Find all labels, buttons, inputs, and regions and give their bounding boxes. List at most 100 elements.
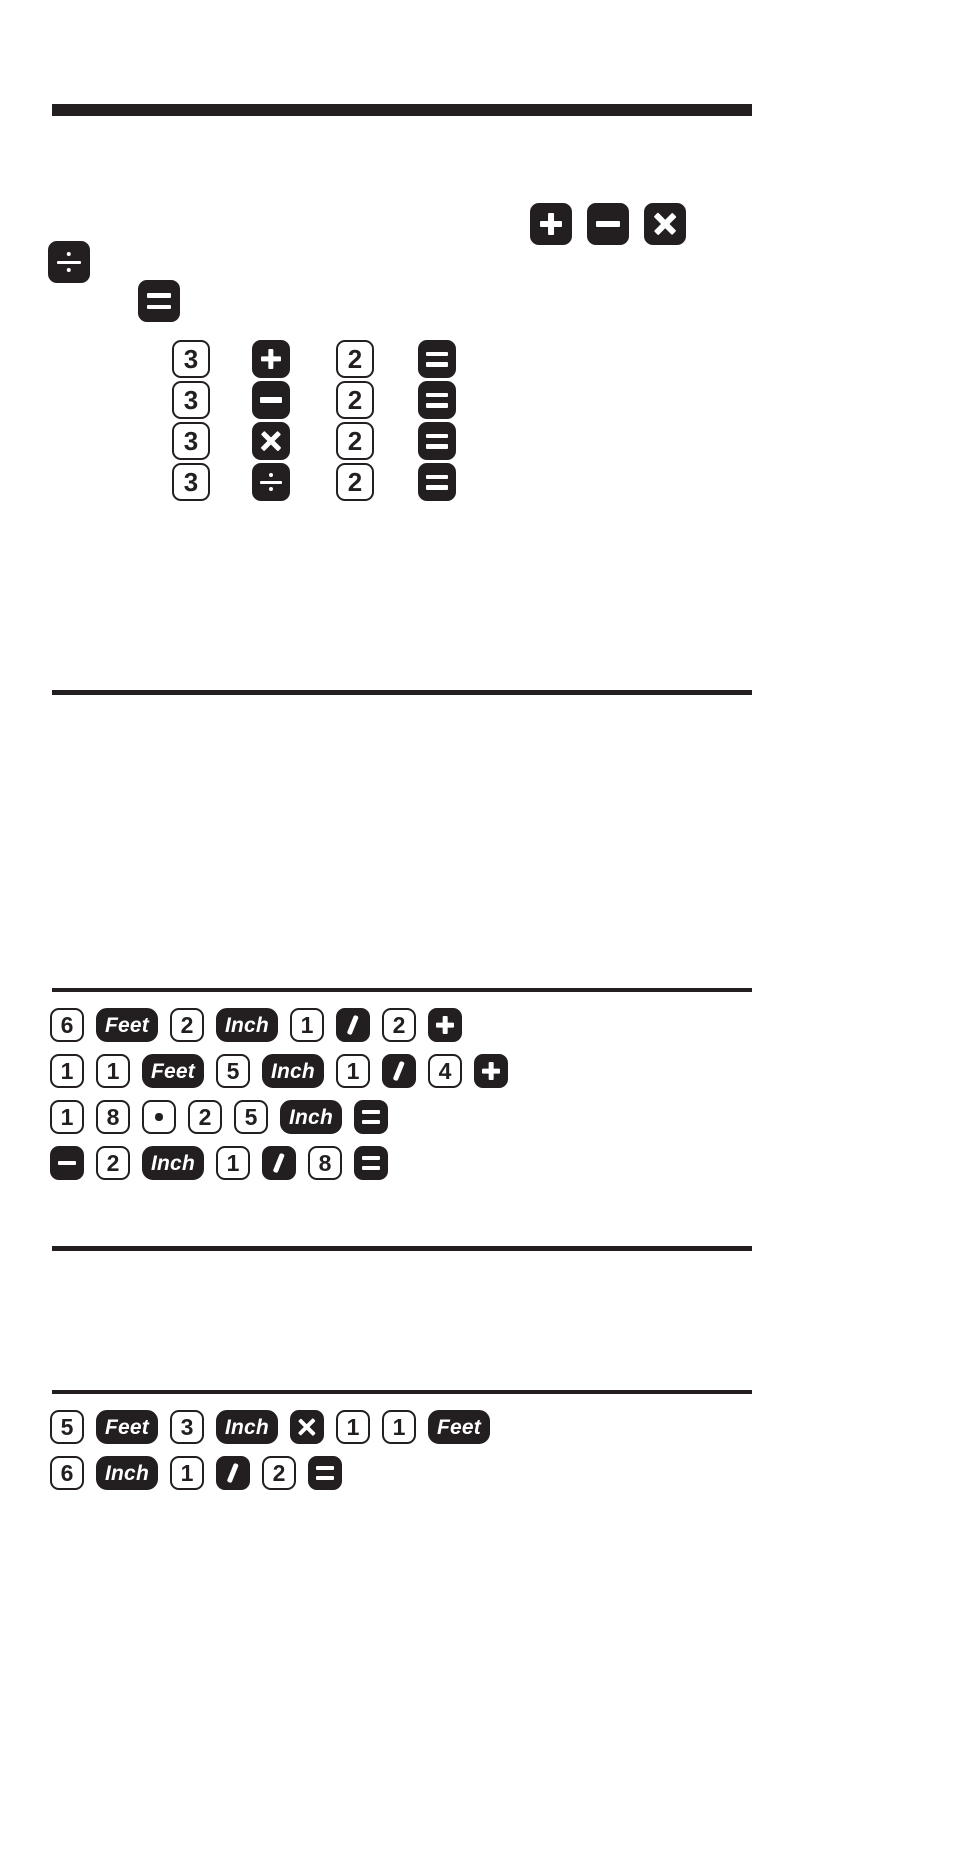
digit-4-key[interactable]: 4 bbox=[427, 1054, 462, 1088]
key-label: 1 bbox=[300, 1011, 314, 1038]
feet-key[interactable]: Feet bbox=[427, 1410, 490, 1444]
digit-2-key[interactable]: 2 bbox=[336, 422, 374, 460]
divide-key[interactable] bbox=[48, 241, 90, 283]
equals-key[interactable] bbox=[138, 280, 180, 322]
equals-key[interactable] bbox=[418, 340, 456, 378]
key-label: 1 bbox=[60, 1103, 74, 1130]
inch-key[interactable]: Inch bbox=[280, 1100, 342, 1134]
key-label: 2 bbox=[347, 344, 363, 374]
dot-icon bbox=[155, 1113, 163, 1121]
minus-key[interactable] bbox=[587, 203, 629, 245]
digit-1-key[interactable]: 1 bbox=[335, 1410, 370, 1444]
fraction-slash-key[interactable] bbox=[261, 1146, 296, 1180]
equals-key[interactable] bbox=[353, 1146, 388, 1180]
area-entry-row-2: 6 Inch 1 2 bbox=[50, 1456, 342, 1490]
equals-icon bbox=[426, 433, 448, 449]
digit-2-key[interactable]: 2 bbox=[336, 381, 374, 419]
divide-key[interactable] bbox=[252, 463, 290, 501]
inch-key[interactable]: Inch bbox=[261, 1054, 324, 1088]
minus-key[interactable] bbox=[252, 381, 290, 419]
inch-key[interactable]: Inch bbox=[215, 1008, 278, 1042]
plus-key[interactable] bbox=[473, 1054, 508, 1088]
equals-key[interactable] bbox=[353, 1100, 388, 1134]
feet-key[interactable]: Feet bbox=[96, 1410, 158, 1444]
key-label: 1 bbox=[226, 1149, 240, 1176]
digit-2-key[interactable]: 2 bbox=[381, 1008, 416, 1042]
plus-icon bbox=[540, 213, 563, 236]
dimension-entry-row-4: 2 Inch 1 8 bbox=[50, 1146, 388, 1180]
key-label: Inch bbox=[224, 1013, 269, 1037]
key-label: 2 bbox=[198, 1103, 212, 1130]
digit-8-key[interactable]: 8 bbox=[307, 1146, 342, 1180]
digit-3-key[interactable]: 3 bbox=[172, 381, 210, 419]
digit-8-key[interactable]: 8 bbox=[96, 1100, 130, 1134]
key-label: 2 bbox=[106, 1149, 120, 1176]
minus-key[interactable] bbox=[50, 1146, 84, 1180]
plus-key[interactable] bbox=[252, 340, 290, 378]
times-key[interactable] bbox=[289, 1410, 324, 1444]
dimension-entry-row-1: 6 Feet 2 Inch 1 2 bbox=[50, 1008, 462, 1042]
equals-icon bbox=[315, 1466, 335, 1480]
digit-1-key[interactable]: 1 bbox=[335, 1054, 370, 1088]
digit-1-key[interactable]: 1 bbox=[289, 1008, 324, 1042]
key-label: Inch bbox=[270, 1059, 315, 1083]
divide-icon bbox=[57, 250, 81, 274]
times-icon bbox=[260, 430, 281, 451]
inch-key[interactable]: Inch bbox=[142, 1146, 204, 1180]
digit-5-key[interactable]: 5 bbox=[50, 1410, 84, 1444]
times-key[interactable] bbox=[252, 422, 290, 460]
key-label: 2 bbox=[272, 1459, 286, 1486]
key-label: 2 bbox=[347, 426, 363, 456]
digit-1-key[interactable]: 1 bbox=[96, 1054, 130, 1088]
fraction-slash-key[interactable] bbox=[335, 1008, 370, 1042]
section-rule-3 bbox=[52, 988, 752, 992]
equals-key[interactable] bbox=[418, 463, 456, 501]
top-heavy-rule bbox=[52, 104, 752, 116]
digit-6-key[interactable]: 6 bbox=[50, 1008, 84, 1042]
digit-2-key[interactable]: 2 bbox=[336, 340, 374, 378]
equals-icon bbox=[361, 1110, 381, 1124]
plus-key[interactable] bbox=[530, 203, 572, 245]
example-add: 32 bbox=[0, 340, 954, 380]
digit-2-key[interactable]: 2 bbox=[169, 1008, 204, 1042]
digit-5-key[interactable]: 5 bbox=[234, 1100, 268, 1134]
digit-1-key[interactable]: 1 bbox=[381, 1410, 416, 1444]
inch-key[interactable]: Inch bbox=[96, 1456, 158, 1490]
times-key[interactable] bbox=[644, 203, 686, 245]
times-icon bbox=[298, 1418, 317, 1437]
inch-key[interactable]: Inch bbox=[215, 1410, 278, 1444]
digit-6-key[interactable]: 6 bbox=[50, 1456, 84, 1490]
digit-2-key[interactable]: 2 bbox=[96, 1146, 130, 1180]
fraction-slash-key[interactable] bbox=[215, 1456, 250, 1490]
digit-3-key[interactable]: 3 bbox=[169, 1410, 204, 1444]
feet-key[interactable]: Feet bbox=[142, 1054, 204, 1088]
equals-key[interactable] bbox=[418, 381, 456, 419]
manual-page: 32323232 6 Feet 2 Inch 1 2 1 1 Feet 5 Inch 1 4 1 8 2 5 In… bbox=[0, 0, 954, 1860]
key-label: 3 bbox=[183, 385, 199, 415]
digit-3-key[interactable]: 3 bbox=[172, 422, 210, 460]
digit-3-key[interactable]: 3 bbox=[172, 340, 210, 378]
key-label: 2 bbox=[180, 1011, 194, 1038]
example-subtract: 32 bbox=[0, 381, 954, 421]
key-label: 1 bbox=[106, 1057, 120, 1084]
digit-2-key[interactable]: 2 bbox=[336, 463, 374, 501]
digit-1-key[interactable]: 1 bbox=[215, 1146, 250, 1180]
decimal-point-key[interactable] bbox=[142, 1100, 176, 1134]
digit-3-key[interactable]: 3 bbox=[172, 463, 210, 501]
minus-icon bbox=[57, 1160, 77, 1166]
digit-1-key[interactable]: 1 bbox=[50, 1054, 84, 1088]
divide-icon bbox=[260, 471, 282, 492]
equals-key[interactable] bbox=[418, 422, 456, 460]
fraction-slash-key[interactable] bbox=[381, 1054, 416, 1088]
plus-key[interactable] bbox=[427, 1008, 462, 1042]
digit-2-key[interactable]: 2 bbox=[261, 1456, 296, 1490]
example-multiply: 32 bbox=[0, 422, 954, 462]
digit-2-key[interactable]: 2 bbox=[188, 1100, 222, 1134]
digit-1-key[interactable]: 1 bbox=[50, 1100, 84, 1134]
feet-key[interactable]: Feet bbox=[96, 1008, 158, 1042]
digit-5-key[interactable]: 5 bbox=[215, 1054, 250, 1088]
equals-icon bbox=[147, 292, 171, 310]
digit-1-key[interactable]: 1 bbox=[169, 1456, 204, 1490]
area-entry-row-1: 5 Feet 3 Inch 1 1 Feet bbox=[50, 1410, 490, 1444]
equals-key[interactable] bbox=[307, 1456, 342, 1490]
